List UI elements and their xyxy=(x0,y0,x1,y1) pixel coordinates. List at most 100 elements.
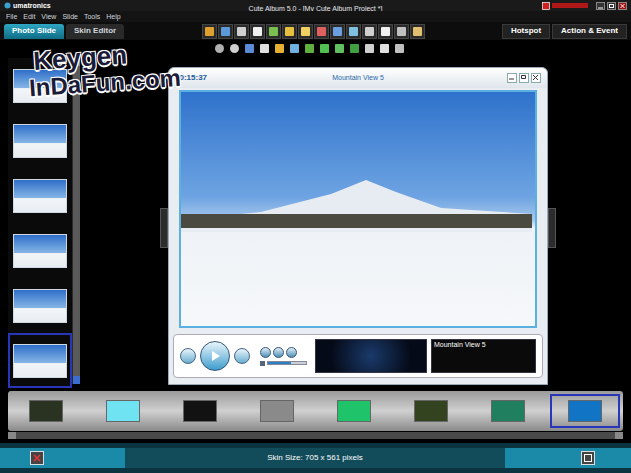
next-handle[interactable] xyxy=(548,208,556,248)
skin-item[interactable] xyxy=(88,394,158,428)
volume-row xyxy=(260,361,307,366)
thumbnail-scrollbar[interactable] xyxy=(72,58,80,384)
fit-icon[interactable] xyxy=(581,451,595,465)
toolbar-button[interactable] xyxy=(266,24,281,39)
play-button[interactable] xyxy=(200,341,230,371)
toolbar-button[interactable] xyxy=(298,24,313,39)
toolbar-button[interactable] xyxy=(410,24,425,39)
prev-handle[interactable] xyxy=(160,208,168,248)
toolbar-button[interactable] xyxy=(257,41,271,55)
volume-slider[interactable] xyxy=(267,361,307,365)
thumbnail-photo xyxy=(13,179,67,213)
menu-item[interactable]: File xyxy=(6,12,17,21)
tool-icon xyxy=(365,27,374,36)
delete-icon[interactable] xyxy=(30,451,44,465)
maximize-icon[interactable] xyxy=(607,2,616,10)
toolbar-button[interactable] xyxy=(332,41,346,55)
mountain-icon xyxy=(181,92,532,326)
toolbar-button[interactable] xyxy=(202,24,217,39)
caption-text: Mountain View 5 xyxy=(434,340,533,350)
close-icon[interactable] xyxy=(531,73,541,83)
toolbar-button[interactable] xyxy=(378,24,393,39)
toolbar-button[interactable] xyxy=(218,24,233,39)
stop-button[interactable] xyxy=(234,348,250,364)
toolbar-button[interactable] xyxy=(317,41,331,55)
thumbnail[interactable] xyxy=(8,113,72,168)
watermark-text: InDaFun.com xyxy=(28,65,181,102)
thumbnail[interactable] xyxy=(8,168,72,223)
skin-preview xyxy=(568,400,602,422)
status-right xyxy=(505,448,631,468)
status-bar: Skin Size: 705 x 561 pixels xyxy=(0,443,631,473)
toolbar-button[interactable] xyxy=(250,24,265,39)
toolbar-button[interactable] xyxy=(362,24,377,39)
skin-scrollbar[interactable] xyxy=(8,432,623,439)
scroll-right-button[interactable] xyxy=(615,432,623,439)
toolbar-button[interactable] xyxy=(272,41,286,55)
menu-item[interactable]: Slide xyxy=(62,12,78,21)
toolbar-button[interactable] xyxy=(346,24,361,39)
toolbar-button[interactable] xyxy=(282,24,297,39)
tool-icon xyxy=(381,27,390,36)
tool-icon xyxy=(301,27,310,36)
minimize-icon[interactable] xyxy=(507,73,517,83)
menu-item[interactable]: Tools xyxy=(84,12,100,21)
tool-icon xyxy=(349,27,358,36)
toolbar-button[interactable] xyxy=(287,41,301,55)
toolbar-button[interactable] xyxy=(377,41,391,55)
toolbar-button[interactable] xyxy=(234,24,249,39)
menu-item[interactable]: Help xyxy=(106,12,120,21)
right-tab[interactable]: Action & Event xyxy=(552,24,627,39)
scroll-up-button[interactable] xyxy=(73,58,80,66)
tool-icon xyxy=(365,44,374,53)
minimize-icon[interactable] xyxy=(596,2,605,10)
toolbar-button[interactable] xyxy=(242,41,256,55)
skin-item[interactable] xyxy=(319,394,389,428)
skin-item[interactable] xyxy=(242,394,312,428)
toolbar-button[interactable] xyxy=(227,41,241,55)
close-icon[interactable] xyxy=(618,2,627,10)
toolbar-button[interactable] xyxy=(330,24,345,39)
thumbnail[interactable] xyxy=(8,58,72,113)
restore-icon[interactable] xyxy=(519,73,529,83)
skin-item[interactable] xyxy=(165,394,235,428)
scroll-down-button[interactable] xyxy=(73,376,80,384)
loop-button[interactable] xyxy=(273,347,284,358)
toolbar-button[interactable] xyxy=(302,41,316,55)
toolbar-button[interactable] xyxy=(212,41,226,55)
thumbnail[interactable] xyxy=(8,223,72,278)
menu-item[interactable]: Edit xyxy=(23,12,35,21)
skin-preview xyxy=(29,400,63,422)
thumbnail[interactable] xyxy=(8,278,72,333)
tool-icon xyxy=(290,44,299,53)
toolbar-button[interactable] xyxy=(394,24,409,39)
skin-preview xyxy=(491,400,525,422)
prev-button[interactable] xyxy=(260,347,271,358)
tab[interactable]: Skin Editor xyxy=(66,24,124,39)
menu-item[interactable]: View xyxy=(41,12,56,21)
preview-title-bar: 00:15:37Mountain View 5 xyxy=(169,68,547,88)
toolbar xyxy=(190,24,502,39)
toolbar-button[interactable] xyxy=(362,41,376,55)
tab[interactable]: Photo Slide xyxy=(4,24,64,39)
window-controls xyxy=(507,2,627,10)
slide-photo xyxy=(179,90,537,328)
pause-button[interactable] xyxy=(180,348,196,364)
right-tab[interactable]: Hotspot xyxy=(502,24,550,39)
skin-item[interactable] xyxy=(473,394,543,428)
tool-icon xyxy=(335,44,344,53)
skin-item[interactable] xyxy=(396,394,466,428)
skin-item[interactable] xyxy=(550,394,620,428)
skin-item[interactable] xyxy=(11,394,81,428)
thumbnail[interactable] xyxy=(8,333,72,388)
scroll-left-button[interactable] xyxy=(8,432,16,439)
volume-fill xyxy=(268,362,291,364)
tool-icon xyxy=(305,44,314,53)
toolbar-button[interactable] xyxy=(347,41,361,55)
toolbar-button[interactable] xyxy=(314,24,329,39)
checkbox-icon[interactable] xyxy=(542,2,550,10)
toolbar-button[interactable] xyxy=(392,41,406,55)
watermark-text: Keygen xyxy=(26,37,180,76)
preview-time: 00:15:37 xyxy=(175,72,255,84)
next-button[interactable] xyxy=(286,347,297,358)
